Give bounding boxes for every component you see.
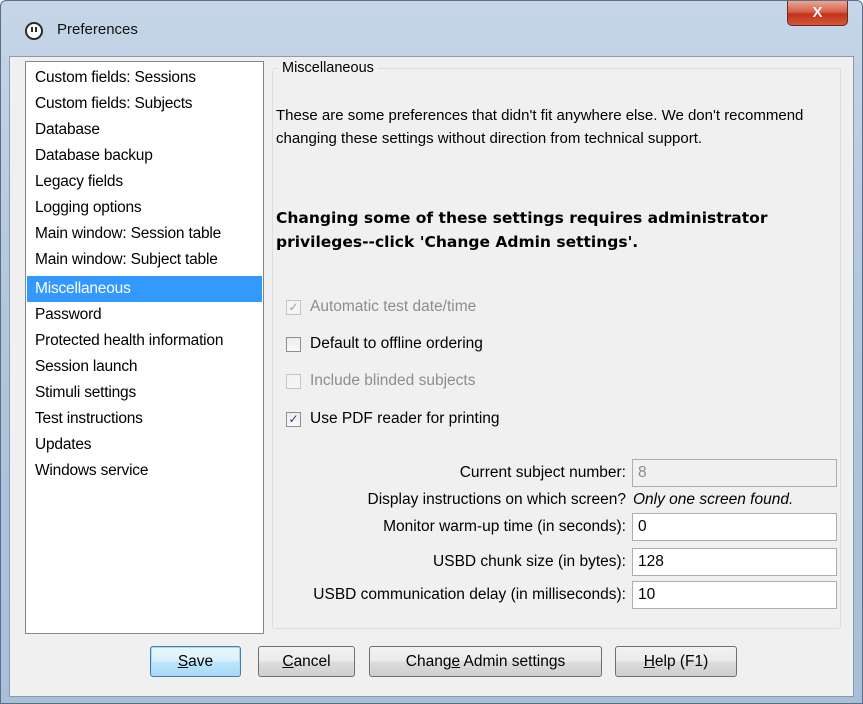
checkbox-unchecked-icon[interactable] xyxy=(286,337,301,352)
sidebar-item-custom-fields-subjects[interactable]: Custom fields: Subjects xyxy=(27,91,262,117)
admin-mnemonic: e xyxy=(451,653,461,670)
admin-warning: Changing some of these settings requires… xyxy=(276,209,768,251)
sidebar-item-miscellaneous[interactable]: Miscellaneous xyxy=(27,276,262,302)
communication-delay-label: USBD communication delay (in millisecond… xyxy=(313,586,626,603)
checkbox-label: Use PDF reader for printing xyxy=(310,410,500,427)
warmup-time-label: Monitor warm-up time (in seconds): xyxy=(383,518,626,535)
checkbox-unchecked-icon[interactable] xyxy=(286,374,301,389)
checkbox-checked-icon[interactable]: ✓ xyxy=(286,300,301,315)
checkbox-label: Automatic test date/time xyxy=(310,298,477,315)
admin-label-start: Chang xyxy=(405,653,452,670)
warmup-time-field[interactable]: 0 xyxy=(632,513,837,541)
change-admin-settings-button[interactable]: Change Admin settings xyxy=(369,646,602,677)
sidebar-item-stimuli-settings[interactable]: Stimuli settings xyxy=(27,380,262,406)
admin-label-rest: Admin settings xyxy=(460,653,566,670)
save-mnemonic: S xyxy=(177,653,189,670)
checkbox-label: Default to offline ordering xyxy=(310,335,483,352)
sidebar-item-logging-options[interactable]: Logging options xyxy=(27,195,262,221)
chunk-size-label: USBD chunk size (in bytes): xyxy=(433,553,626,570)
app-icon xyxy=(25,22,43,40)
sidebar-item-windows-service[interactable]: Windows service xyxy=(27,458,262,484)
preferences-category-list[interactable]: Custom fields: Sessions Custom fields: S… xyxy=(25,61,264,634)
sidebar-item-protected-health-information[interactable]: Protected health information xyxy=(27,328,262,354)
help-button[interactable]: Help (F1) xyxy=(615,646,737,677)
help-label: elp (F1) xyxy=(654,653,709,670)
display-screen-note: Only one screen found. xyxy=(633,491,794,508)
sidebar-item-password[interactable]: Password xyxy=(27,302,262,328)
panel-description: These are some preferences that didn't f… xyxy=(276,107,804,147)
checkbox-label: Include blinded subjects xyxy=(310,372,476,389)
sidebar-item-legacy-fields[interactable]: Legacy fields xyxy=(27,169,262,195)
group-title: Miscellaneous xyxy=(278,60,378,76)
sidebar-item-main-window-session-table[interactable]: Main window: Session table xyxy=(27,221,262,247)
sidebar-item-updates[interactable]: Updates xyxy=(27,432,262,458)
sidebar-item-custom-fields-sessions[interactable]: Custom fields: Sessions xyxy=(27,65,262,91)
title-bar[interactable]: Preferences X xyxy=(1,1,862,56)
cancel-mnemonic: C xyxy=(282,653,294,670)
sidebar-item-session-launch[interactable]: Session launch xyxy=(27,354,262,380)
close-button[interactable]: X xyxy=(787,1,848,26)
save-label: ave xyxy=(188,653,214,670)
window-title: Preferences xyxy=(57,21,138,38)
display-screen-label: Display instructions on which screen? xyxy=(367,491,626,508)
cancel-label: ancel xyxy=(293,653,331,670)
sidebar-item-database[interactable]: Database xyxy=(27,117,262,143)
help-mnemonic: H xyxy=(643,653,655,670)
communication-delay-field[interactable]: 10 xyxy=(632,581,837,609)
current-subject-number-label: Current subject number: xyxy=(459,464,626,481)
save-button[interactable]: Save xyxy=(150,646,241,677)
sidebar-item-test-instructions[interactable]: Test instructions xyxy=(27,406,262,432)
current-subject-number-field: 8 xyxy=(632,459,837,487)
chunk-size-field[interactable]: 128 xyxy=(632,548,837,576)
sidebar-item-main-window-subject-table[interactable]: Main window: Subject table xyxy=(27,247,262,273)
sidebar-item-database-backup[interactable]: Database backup xyxy=(27,143,262,169)
cancel-button[interactable]: Cancel xyxy=(258,646,355,677)
checkbox-checked-icon[interactable]: ✓ xyxy=(286,412,301,427)
